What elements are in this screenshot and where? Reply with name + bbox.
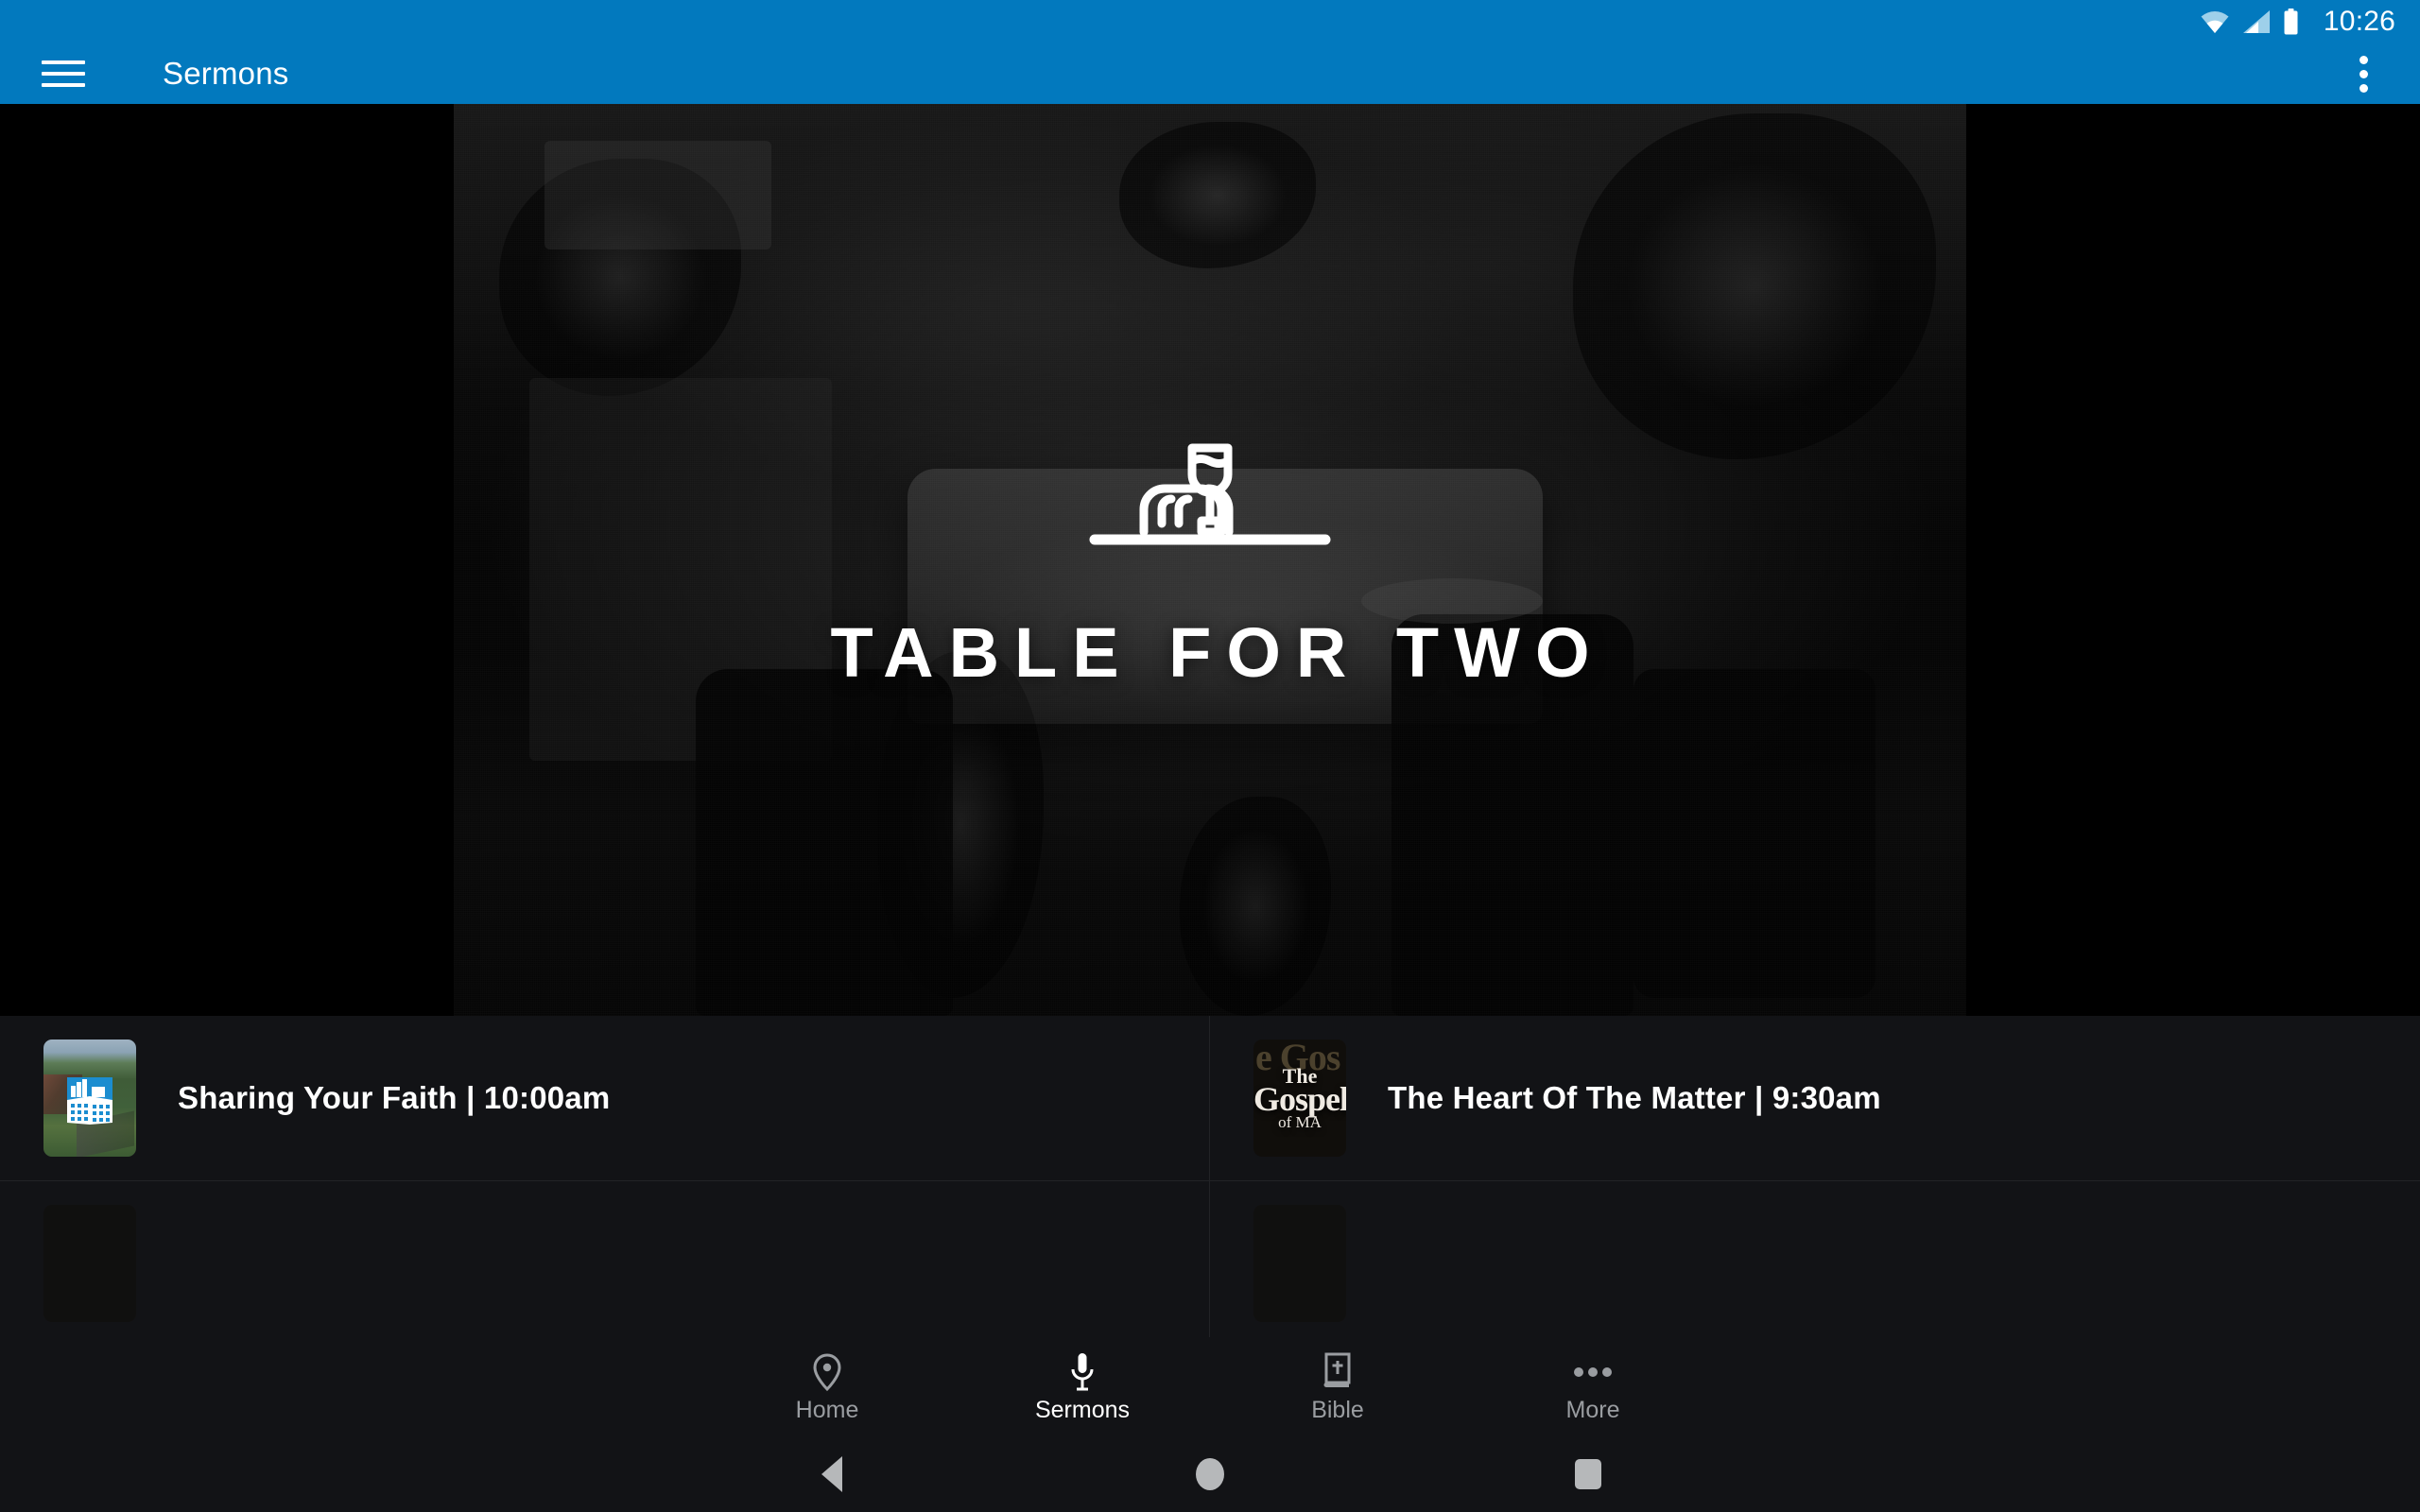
overflow-menu-icon[interactable] xyxy=(2342,53,2384,94)
page-title: Sermons xyxy=(163,56,289,91)
sermon-thumbnail xyxy=(1253,1205,1346,1322)
status-time: 10:26 xyxy=(2323,6,2395,37)
microphone-icon xyxy=(1068,1352,1097,1392)
sermon-thumbnail: e Gos The Gospel of MA xyxy=(1253,1040,1346,1157)
system-recents-button[interactable] xyxy=(1494,1459,1683,1489)
back-triangle-icon xyxy=(821,1456,842,1492)
sermon-item-partial-left[interactable] xyxy=(0,1181,1210,1347)
sermon-item-partial-right[interactable] xyxy=(1210,1181,2420,1347)
sermon-item-sharing-your-faith[interactable]: Sharing Your Faith | 10:00am xyxy=(0,1016,1210,1181)
nav-item-home[interactable]: Home xyxy=(700,1337,955,1436)
sermon-title: The Heart Of The Matter | 9:30am xyxy=(1388,1080,1881,1115)
wifi-icon xyxy=(2201,11,2229,33)
home-circle-icon xyxy=(1196,1458,1224,1490)
building-badge-icon xyxy=(67,1077,112,1125)
sermon-title: Sharing Your Faith | 10:00am xyxy=(178,1080,611,1115)
system-home-button[interactable] xyxy=(1115,1458,1305,1490)
hero-title: TABLE FOR TWO xyxy=(830,612,1605,692)
bottom-navigation-bar: Home Sermons Bible More xyxy=(0,1337,2420,1436)
nav-item-label: More xyxy=(1565,1396,1620,1423)
artwork-backdrop-text xyxy=(43,1205,136,1322)
nav-item-label: Bible xyxy=(1311,1396,1364,1423)
nav-item-bible[interactable]: Bible xyxy=(1210,1337,1465,1436)
cellular-signal-icon xyxy=(2242,10,2270,33)
system-back-button[interactable] xyxy=(737,1456,926,1492)
hamburger-menu-icon[interactable] xyxy=(42,57,85,91)
status-bar: 10:26 xyxy=(0,0,2420,43)
location-pin-icon xyxy=(810,1352,844,1392)
sermon-thumbnail xyxy=(43,1040,136,1157)
hero-content: TABLE FOR TWO xyxy=(0,104,2420,1016)
nav-item-more[interactable]: More xyxy=(1465,1337,1720,1436)
status-icon-group: 10:26 xyxy=(2200,8,2395,36)
system-navigation-bar xyxy=(0,1436,2420,1512)
sermon-item-the-heart-of-the-matter[interactable]: e Gos The Gospel of MA The Heart Of The … xyxy=(1210,1016,2420,1181)
nav-item-label: Sermons xyxy=(1034,1396,1131,1423)
app-root: 10:26 Sermons TABLE FOR TWO Sharing Your… xyxy=(0,0,2420,1512)
sermon-row: Sharing Your Faith | 10:00am e Gos The G… xyxy=(0,1016,2420,1181)
nav-item-label: Home xyxy=(795,1396,859,1423)
battery-icon xyxy=(2284,9,2298,35)
hero-banner[interactable]: TABLE FOR TWO xyxy=(0,104,2420,1016)
more-dots-icon xyxy=(1573,1352,1613,1392)
artwork-backdrop-text xyxy=(1253,1205,1346,1322)
bible-book-icon xyxy=(1320,1352,1356,1392)
artwork-title-text: The Gospel of MA xyxy=(1253,1065,1346,1132)
nav-item-sermons[interactable]: Sermons xyxy=(955,1337,1210,1436)
sermon-row-partial xyxy=(0,1181,2420,1347)
recents-square-icon xyxy=(1575,1459,1601,1489)
artwork-line-2: Gospel xyxy=(1253,1080,1346,1119)
artwork-line-3: of MA xyxy=(1278,1113,1322,1132)
sermon-thumbnail xyxy=(43,1205,136,1322)
bread-and-wine-table-logo xyxy=(1089,443,1331,544)
app-bar: Sermons xyxy=(0,43,2420,104)
